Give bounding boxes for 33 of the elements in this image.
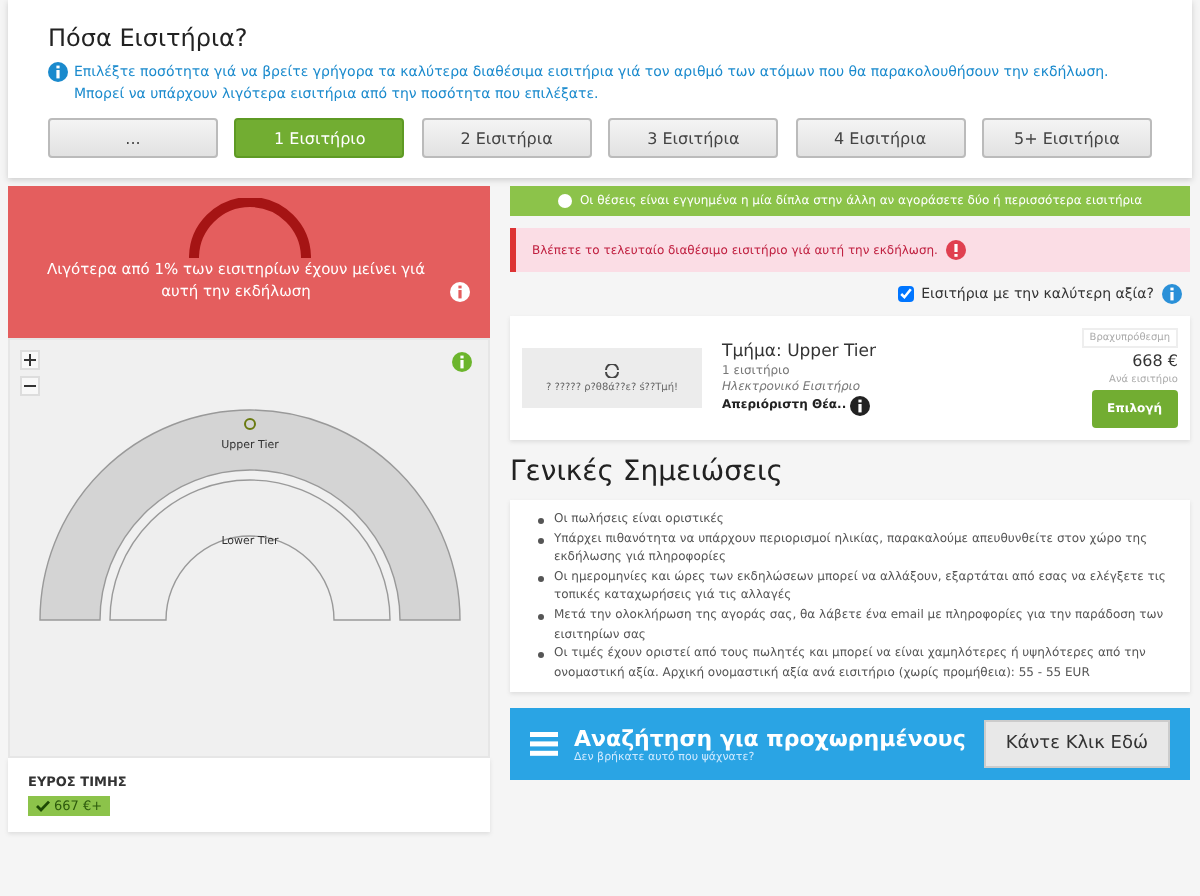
bullet-icon	[538, 652, 544, 659]
menu-icon	[530, 732, 558, 757]
quantity-button[interactable]: 3 Εισιτήρια	[608, 118, 779, 158]
quantity-button[interactable]: 2 Εισιτήρια	[421, 118, 592, 158]
bullet-icon	[538, 613, 544, 620]
seat-section[interactable]	[109, 479, 391, 621]
banner-title: Αναζήτηση για προχωρημένους	[574, 725, 968, 752]
plus-icon	[24, 354, 36, 366]
bullet-icon	[538, 537, 544, 544]
click-here-button[interactable]: Κάντε Κλικ Εδώ	[983, 720, 1170, 769]
minus-icon	[24, 380, 36, 392]
zoom-out-button[interactable]	[20, 376, 40, 396]
section-name: Τμήμα: Upper Tier	[722, 341, 879, 361]
info-icon	[450, 281, 470, 301]
section-title: Πόσα Εισιτήρια?	[48, 24, 250, 52]
seat-section[interactable]	[39, 409, 461, 621]
availability-gauge	[187, 198, 311, 258]
refresh-icon	[604, 363, 620, 377]
info-icon	[48, 62, 68, 82]
notes-title: Γενικές Σημειώσεις	[510, 456, 785, 488]
info-icon[interactable]	[452, 352, 472, 372]
bullet-icon	[538, 518, 544, 524]
zoom-in-button[interactable]	[20, 350, 40, 370]
info-icon	[850, 395, 871, 415]
quantity-button[interactable]: ...	[48, 118, 218, 158]
marker-icon	[244, 418, 256, 430]
alert-icon	[945, 240, 966, 260]
quantity-button[interactable]: 4 Εισιτήρια	[795, 118, 966, 158]
ticket-price: 668 €	[1132, 352, 1178, 370]
bullet-icon	[538, 575, 544, 582]
quantity-button[interactable]: 5+ Εισιτήρια	[981, 118, 1152, 158]
info-icon	[1162, 284, 1182, 304]
best-value-checkbox[interactable]	[897, 286, 914, 302]
